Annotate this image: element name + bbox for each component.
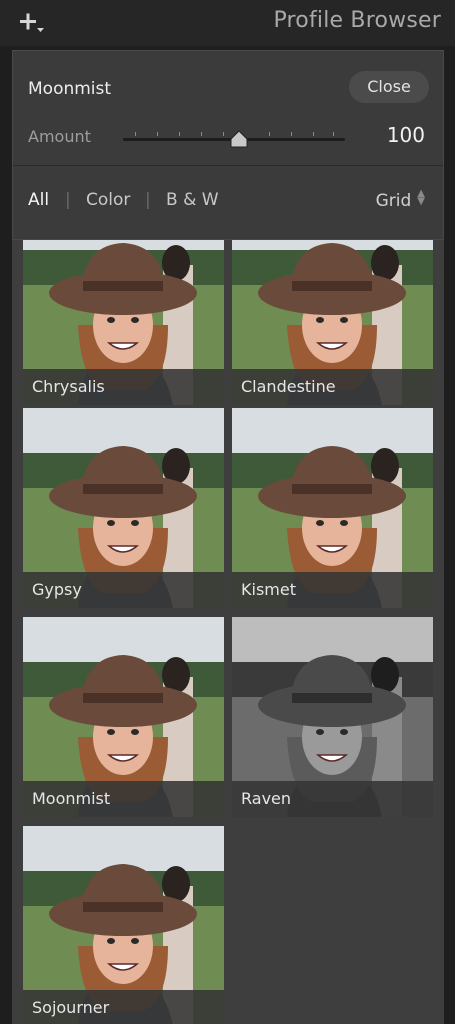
profile-grid: Chrysalis Clandestine Gypsy Kismet Moonmist R… [12,240,444,1024]
panel-title: Profile Browser [273,8,441,33]
slider-thumb [230,130,248,148]
filter-color[interactable]: Color [86,190,130,210]
view-mode-select[interactable]: Grid ▲ ▼ [375,188,425,212]
profile-label: Clandestine [232,369,433,405]
header-bar: Profile Browser [0,0,455,46]
profile-tile[interactable]: Moonmist [23,617,224,817]
profile-tile[interactable]: Gypsy [23,408,224,608]
profile-tile[interactable]: Sojourner [23,826,224,1024]
profile-tile[interactable]: Chrysalis [23,240,224,405]
up-down-arrows-icon: ▲ ▼ [417,188,425,207]
profile-label: Raven [232,781,433,817]
profile-tile[interactable]: Raven [232,617,433,817]
filter-all[interactable]: All [28,190,49,210]
profile-label: Kismet [232,572,433,608]
filter-separator: | [65,190,71,210]
amount-slider[interactable] [123,129,345,149]
profile-label: Moonmist [23,781,224,817]
filter-bw[interactable]: B & W [166,190,219,210]
profile-panel: Moonmist Close Amount 100 All | Color | … [12,50,444,240]
amount-value: 100 [386,123,425,147]
close-button[interactable]: Close [349,71,429,103]
profile-label: Gypsy [23,572,224,608]
profile-tile[interactable]: Clandestine [232,240,433,405]
profile-tile[interactable]: Kismet [232,408,433,608]
profile-label: Chrysalis [23,369,224,405]
filter-separator: | [145,190,151,210]
amount-label: Amount [28,127,91,146]
filter-row: All | Color | B & W Grid ▲ ▼ [13,166,443,240]
plus-with-dropdown-icon[interactable] [18,10,48,36]
profile-label: Sojourner [23,990,224,1024]
view-mode-label: Grid [375,191,412,211]
profile-name: Moonmist [28,79,112,99]
